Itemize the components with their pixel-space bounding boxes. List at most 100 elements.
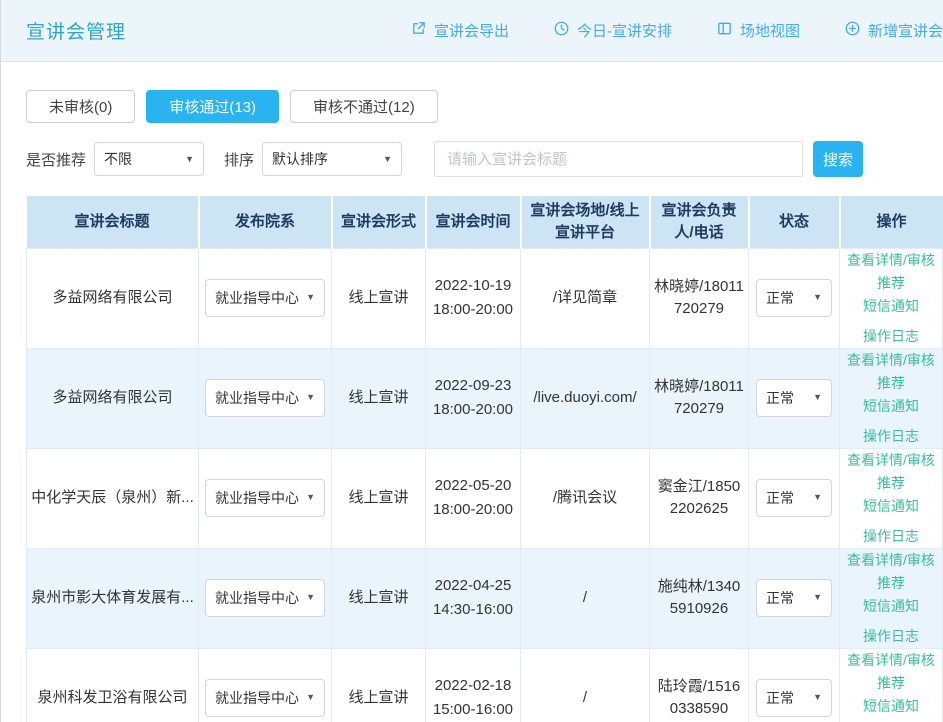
col-header-operations: 操作: [840, 196, 943, 248]
session-time: 18:00-20:00: [430, 398, 516, 422]
search-button[interactable]: 搜索: [813, 141, 863, 177]
row-action-link[interactable]: 推荐: [877, 472, 905, 495]
recommend-select-value: 不限: [104, 149, 132, 169]
row-actions: 查看详情/审核推荐短信通知操作日志: [844, 549, 938, 648]
tab-approved[interactable]: 审核通过(13): [146, 90, 279, 123]
row-action-link[interactable]: 推荐: [877, 572, 905, 595]
session-format: 线上宣讲: [348, 589, 408, 606]
recommend-select[interactable]: 不限 ▼: [94, 142, 204, 176]
status-select[interactable]: 正常 ▼: [756, 479, 832, 517]
department-select[interactable]: 就业指导中心 ▼: [205, 479, 325, 517]
department-select-value: 就业指导中心: [215, 488, 299, 509]
search-input[interactable]: [434, 141, 803, 177]
recommend-filter-label: 是否推荐: [26, 149, 86, 170]
export-sessions-link[interactable]: 宣讲会导出: [410, 20, 509, 41]
session-date: 2022-02-18: [430, 674, 516, 698]
col-header-person: 宣讲会负责人/电话: [650, 196, 749, 248]
tab-unreviewed[interactable]: 未审核(0): [26, 90, 135, 123]
session-title: 中化学天辰（泉州）新...: [31, 489, 194, 506]
col-header-format: 宣讲会形式: [332, 196, 426, 248]
session-date: 2022-10-19: [430, 274, 516, 298]
department-select-value: 就业指导中心: [215, 688, 299, 709]
row-action-link[interactable]: 查看详情/审核: [847, 349, 935, 372]
table-row: 泉州科发卫浴有限公司 就业指导中心 ▼ 线上宣讲 2022-02-18 15:0…: [27, 648, 943, 722]
row-action-link[interactable]: 短信通知: [863, 595, 919, 618]
col-header-status: 状态: [749, 196, 840, 248]
status-select[interactable]: 正常 ▼: [756, 379, 832, 417]
col-header-title: 宣讲会标题: [27, 196, 199, 248]
sort-select[interactable]: 默认排序 ▼: [262, 142, 402, 176]
session-date: 2022-09-23: [430, 374, 516, 398]
layout-icon: [716, 20, 733, 41]
department-select[interactable]: 就业指导中心 ▼: [205, 379, 325, 417]
status-select-value: 正常: [766, 388, 794, 409]
row-action-link[interactable]: 操作日志: [863, 425, 919, 448]
chevron-down-icon: ▼: [306, 691, 315, 705]
status-select-value: 正常: [766, 688, 794, 709]
row-action-link[interactable]: 操作日志: [863, 625, 919, 648]
plus-circle-icon: [844, 20, 861, 41]
row-actions: 查看详情/审核推荐短信通知操作日志: [844, 649, 938, 722]
session-format: 线上宣讲: [348, 289, 408, 306]
status-select[interactable]: 正常 ▼: [756, 579, 832, 617]
row-action-link[interactable]: 查看详情/审核: [847, 549, 935, 572]
session-date: 2022-04-25: [430, 574, 516, 598]
table-row: 多益网络有限公司 就业指导中心 ▼ 线上宣讲 2022-10-19 18:00-…: [27, 248, 943, 348]
export-link-label: 宣讲会导出: [434, 20, 509, 41]
chevron-down-icon: ▼: [306, 591, 315, 605]
table-row: 中化学天辰（泉州）新... 就业指导中心 ▼ 线上宣讲 2022-05-20 1…: [27, 448, 943, 548]
col-header-time: 宣讲会时间: [426, 196, 521, 248]
session-format: 线上宣讲: [348, 489, 408, 506]
status-select-value: 正常: [766, 288, 794, 309]
table-header-row: 宣讲会标题 发布院系 宣讲会形式 宣讲会时间 宣讲会场地/线上宣讲平台 宣讲会负…: [27, 196, 943, 248]
top-actions: 宣讲会导出 今日-宣讲安排 场地视图 新增宣讲会: [410, 20, 943, 41]
session-format: 线上宣讲: [348, 389, 408, 406]
tab-rejected[interactable]: 审核不通过(12): [290, 90, 438, 123]
row-action-link[interactable]: 操作日志: [863, 525, 919, 548]
add-session-link-label: 新增宣讲会: [868, 20, 943, 41]
session-person-phone: 林晓婷/18011720279: [654, 378, 744, 418]
row-action-link[interactable]: 短信通知: [863, 295, 919, 318]
export-icon: [410, 20, 427, 41]
department-select[interactable]: 就业指导中心 ▼: [205, 579, 325, 617]
session-venue: /: [583, 589, 587, 606]
row-action-link[interactable]: 短信通知: [863, 695, 919, 718]
add-session-link[interactable]: 新增宣讲会: [844, 20, 943, 41]
department-select-value: 就业指导中心: [215, 388, 299, 409]
row-actions: 查看详情/审核推荐短信通知操作日志: [844, 449, 938, 548]
status-select[interactable]: 正常 ▼: [756, 279, 832, 317]
row-action-link[interactable]: 查看详情/审核: [847, 449, 935, 472]
row-actions: 查看详情/审核推荐短信通知操作日志: [844, 349, 938, 448]
venue-view-link-label: 场地视图: [740, 20, 800, 41]
col-header-venue: 宣讲会场地/线上宣讲平台: [521, 196, 650, 248]
session-venue: /腾讯会议: [553, 489, 617, 506]
session-time: 15:00-16:00: [430, 698, 516, 722]
status-select-value: 正常: [766, 488, 794, 509]
row-action-link[interactable]: 短信通知: [863, 495, 919, 518]
clock-icon: [553, 20, 570, 41]
sort-select-value: 默认排序: [272, 149, 328, 169]
row-action-link[interactable]: 短信通知: [863, 395, 919, 418]
session-person-phone: 林晓婷/18011720279: [654, 278, 744, 318]
venue-view-link[interactable]: 场地视图: [716, 20, 800, 41]
session-date: 2022-05-20: [430, 474, 516, 498]
department-select[interactable]: 就业指导中心 ▼: [205, 679, 325, 717]
row-action-link[interactable]: 查看详情/审核: [847, 249, 935, 272]
status-select-value: 正常: [766, 588, 794, 609]
table-body: 多益网络有限公司 就业指导中心 ▼ 线上宣讲 2022-10-19 18:00-…: [27, 248, 943, 722]
row-action-link[interactable]: 查看详情/审核: [847, 649, 935, 672]
chevron-down-icon: ▼: [813, 491, 822, 505]
row-action-link[interactable]: 操作日志: [863, 325, 919, 348]
row-action-link[interactable]: 推荐: [877, 272, 905, 295]
department-select[interactable]: 就业指导中心 ▼: [205, 279, 325, 317]
row-action-link[interactable]: 推荐: [877, 372, 905, 395]
session-title: 多益网络有限公司: [52, 289, 172, 306]
review-status-tabs: 未审核(0) 审核通过(13) 审核不通过(12): [26, 90, 943, 123]
page-title: 宣讲会管理: [26, 17, 126, 44]
session-time: 18:00-20:00: [430, 498, 516, 522]
today-schedule-link[interactable]: 今日-宣讲安排: [553, 20, 672, 41]
status-select[interactable]: 正常 ▼: [756, 679, 832, 717]
chevron-down-icon: ▼: [813, 291, 822, 305]
department-select-value: 就业指导中心: [215, 288, 299, 309]
row-action-link[interactable]: 推荐: [877, 672, 905, 695]
